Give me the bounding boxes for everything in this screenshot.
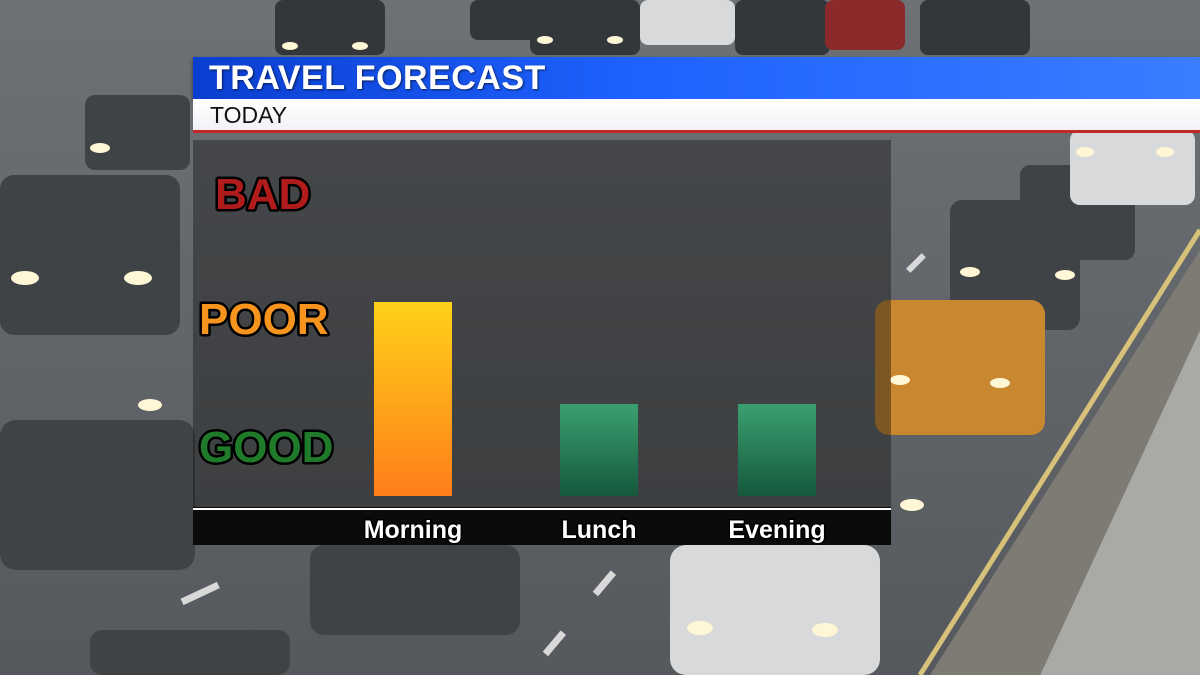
x-axis-category-labels: Morning Lunch Evening xyxy=(362,515,827,546)
level-label-poor: POOR xyxy=(199,295,329,344)
bar-morning xyxy=(374,302,452,496)
subtitle-banner: TODAY xyxy=(193,99,1200,133)
y-axis-level-labels: GOOD POOR BAD xyxy=(197,168,336,475)
bar-lunch xyxy=(560,404,638,496)
title-banner: TRAVEL FORECAST xyxy=(193,57,1200,99)
page-subtitle: TODAY xyxy=(210,102,288,128)
bar-evening xyxy=(738,404,816,496)
travel-forecast-chart: GOOD POOR BAD Morning Lunch Evening xyxy=(193,140,891,546)
category-label-evening: Evening xyxy=(728,516,825,544)
chart-canvas: GOOD POOR BAD Morning Lunch Evening xyxy=(193,168,891,546)
bar-series xyxy=(374,302,816,496)
page-title: TRAVEL FORECAST xyxy=(209,59,546,97)
level-label-bad: BAD xyxy=(215,170,310,219)
category-label-morning: Morning xyxy=(364,516,463,544)
level-label-good: GOOD xyxy=(199,423,333,472)
category-label-lunch: Lunch xyxy=(562,516,637,544)
